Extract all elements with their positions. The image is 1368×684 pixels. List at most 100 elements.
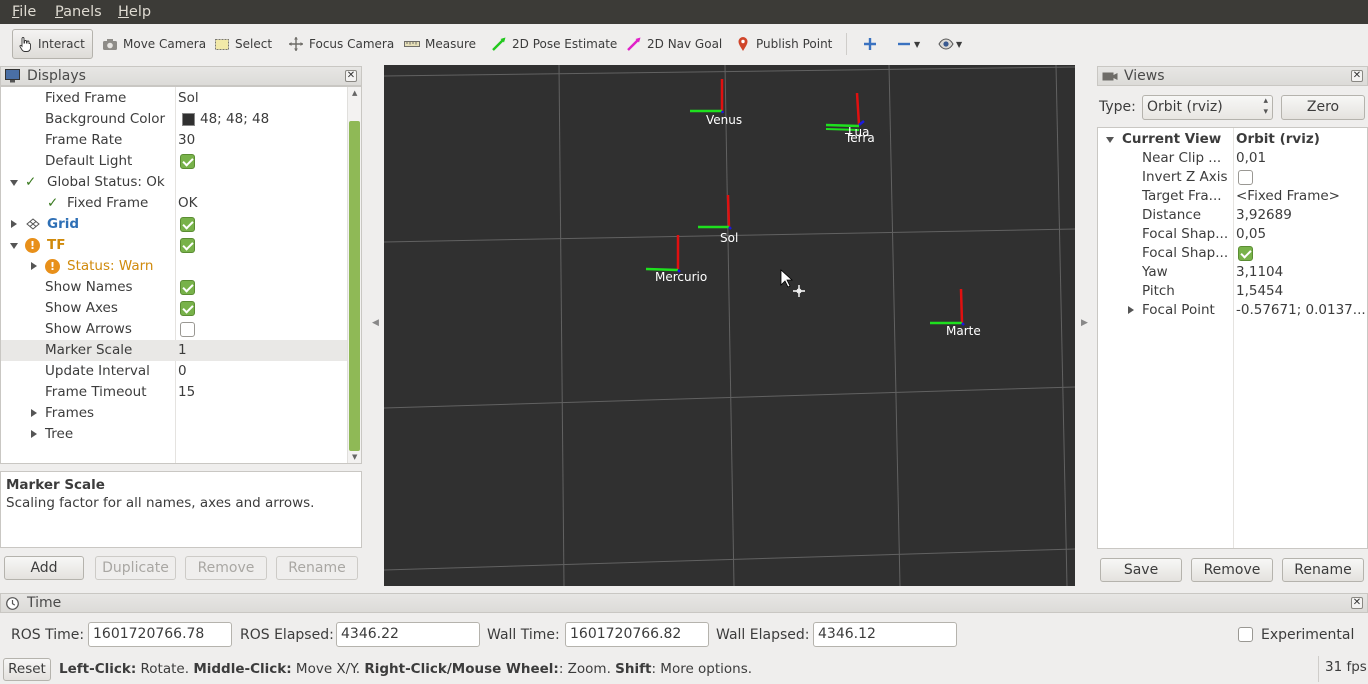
focus-camera-tool-button[interactable]: Focus Camera	[284, 29, 398, 59]
ros-elapsed-field[interactable]: 4346.22	[336, 622, 480, 647]
save-view-button[interactable]: Save	[1100, 558, 1182, 582]
menu-panels[interactable]: Panels	[55, 4, 102, 20]
row-tree[interactable]: Tree	[1, 424, 347, 445]
interact-tool-button[interactable]: Interact	[12, 29, 93, 59]
row-pitch[interactable]: Pitch 1,5454	[1098, 281, 1367, 302]
expand-arrow-icon[interactable]	[31, 409, 37, 417]
row-frame-rate[interactable]: Frame Rate 30	[1, 130, 347, 151]
row-tf-status[interactable]: ! Status: Warn	[1, 256, 347, 277]
row-value[interactable]: 3,92689	[1236, 207, 1292, 223]
close-icon[interactable]: ✕	[1351, 597, 1363, 609]
scroll-up-icon[interactable]: ▲	[352, 89, 357, 97]
select-tool-button[interactable]: Select	[210, 29, 276, 59]
row-value[interactable]: 1	[178, 342, 187, 358]
visibility-tool-dropdown[interactable]: ▼	[934, 29, 966, 59]
row-show-axes[interactable]: Show Axes	[1, 298, 347, 319]
row-value[interactable]: <Fixed Frame>	[1236, 188, 1340, 204]
row-fixed-frame[interactable]: Fixed Frame Sol	[1, 88, 347, 109]
expand-arrow-icon[interactable]	[10, 243, 18, 249]
focal-shape-checkbox[interactable]	[1238, 246, 1253, 261]
expand-arrow-icon[interactable]	[11, 220, 17, 228]
row-key: Show Arrows	[45, 321, 132, 337]
show-arrows-checkbox[interactable]	[180, 322, 195, 337]
row-value[interactable]: -0.57671; 0.0137...	[1236, 302, 1366, 318]
row-near-clip[interactable]: Near Clip ... 0,01	[1098, 148, 1367, 169]
wall-time-field[interactable]: 1601720766.82	[565, 622, 709, 647]
remove-view-button[interactable]: Remove	[1191, 558, 1273, 582]
row-background-color[interactable]: Background Color 48; 48; 48	[1, 109, 347, 130]
default-light-checkbox[interactable]	[180, 154, 195, 169]
view-type-select[interactable]: Orbit (rviz) ▴ ▾	[1142, 95, 1273, 120]
scroll-down-icon[interactable]: ▼	[352, 453, 357, 461]
close-icon[interactable]: ✕	[345, 70, 357, 82]
menu-help[interactable]: Help	[118, 4, 151, 20]
tf-checkbox[interactable]	[180, 238, 195, 253]
remove-tool-dropdown[interactable]: ▼	[892, 29, 924, 59]
show-axes-checkbox[interactable]	[180, 301, 195, 316]
pose-estimate-tool-button[interactable]: 2D Pose Estimate	[487, 29, 621, 59]
row-key: Background Color	[45, 111, 166, 127]
row-show-arrows[interactable]: Show Arrows	[1, 319, 347, 340]
measure-tool-button[interactable]: Measure	[400, 29, 480, 59]
render-viewport[interactable]: Venus Lua Terra Sol Mercurio Marte	[384, 65, 1075, 586]
publish-point-tool-button[interactable]: Publish Point	[731, 29, 836, 59]
row-value[interactable]: 0,05	[1236, 226, 1266, 242]
show-names-checkbox[interactable]	[180, 280, 195, 295]
row-value[interactable]: Sol	[178, 90, 199, 106]
color-swatch[interactable]	[182, 113, 195, 126]
nav-goal-tool-button[interactable]: 2D Nav Goal	[622, 29, 726, 59]
close-icon[interactable]: ✕	[1351, 70, 1363, 82]
row-grid[interactable]: Grid	[1, 214, 347, 235]
row-update-interval[interactable]: Update Interval 0	[1, 361, 347, 382]
row-focal-point[interactable]: Focal Point -0.57671; 0.0137...	[1098, 300, 1367, 321]
grid-checkbox[interactable]	[180, 217, 195, 232]
row-focal-shape-size[interactable]: Focal Shap... 0,05	[1098, 224, 1367, 245]
rename-view-button[interactable]: Rename	[1282, 558, 1364, 582]
row-value[interactable]: 48; 48; 48	[200, 111, 269, 127]
row-value[interactable]: 1,5454	[1236, 283, 1283, 299]
scrollbar-thumb[interactable]	[349, 121, 360, 451]
zero-button[interactable]: Zero	[1281, 95, 1365, 120]
expand-arrow-icon[interactable]	[1128, 306, 1134, 314]
row-invert-z[interactable]: Invert Z Axis	[1098, 167, 1367, 188]
row-value[interactable]: 0,01	[1236, 150, 1266, 166]
row-frames[interactable]: Frames	[1, 403, 347, 424]
ros-time-field[interactable]: 1601720766.78	[88, 622, 232, 647]
experimental-checkbox[interactable]	[1238, 627, 1253, 642]
row-value[interactable]: 3,1104	[1236, 264, 1283, 280]
expand-arrow-icon[interactable]	[10, 180, 18, 186]
row-tf[interactable]: ! TF	[1, 235, 347, 256]
row-value[interactable]: 15	[178, 384, 195, 400]
expand-arrow-icon[interactable]	[1106, 137, 1114, 143]
row-frame-timeout[interactable]: Frame Timeout 15	[1, 382, 347, 403]
row-yaw[interactable]: Yaw 3,1104	[1098, 262, 1367, 283]
add-tool-button[interactable]	[858, 29, 882, 59]
row-status-fixed-frame[interactable]: ✓ Fixed Frame OK	[1, 193, 347, 214]
menu-file[interactable]: File	[12, 4, 36, 20]
move-camera-tool-button[interactable]: Move Camera	[98, 29, 210, 59]
expand-arrow-icon[interactable]	[31, 262, 37, 270]
expand-arrow-icon[interactable]	[31, 430, 37, 438]
row-value[interactable]: 30	[178, 132, 195, 148]
invert-z-checkbox[interactable]	[1238, 170, 1253, 185]
rename-display-button[interactable]: Rename	[276, 556, 358, 580]
collapse-right-icon[interactable]: ▶	[1081, 318, 1088, 328]
row-marker-scale[interactable]: Marker Scale 1	[1, 340, 347, 361]
add-display-button[interactable]: Add	[4, 556, 84, 580]
row-value[interactable]: 0	[178, 363, 187, 379]
row-target-frame[interactable]: Target Fra... <Fixed Frame>	[1098, 186, 1367, 207]
remove-display-button[interactable]: Remove	[185, 556, 267, 580]
displays-scrollbar[interactable]: ▲ ▼	[347, 87, 361, 463]
reset-button[interactable]: Reset	[3, 658, 51, 681]
row-show-names[interactable]: Show Names	[1, 277, 347, 298]
row-current-view[interactable]: Current View Orbit (rviz)	[1098, 129, 1367, 150]
row-distance[interactable]: Distance 3,92689	[1098, 205, 1367, 226]
wall-elapsed-field[interactable]: 4346.12	[813, 622, 957, 647]
duplicate-display-button[interactable]: Duplicate	[95, 556, 176, 580]
property-description: Marker Scale Scaling factor for all name…	[0, 471, 362, 548]
collapse-left-icon[interactable]: ◀	[372, 318, 379, 328]
row-focal-shape-fixed[interactable]: Focal Shap...	[1098, 243, 1367, 264]
row-global-status[interactable]: ✓ Global Status: Ok	[1, 172, 347, 193]
row-default-light[interactable]: Default Light	[1, 151, 347, 172]
row-key: Frames	[45, 405, 95, 421]
